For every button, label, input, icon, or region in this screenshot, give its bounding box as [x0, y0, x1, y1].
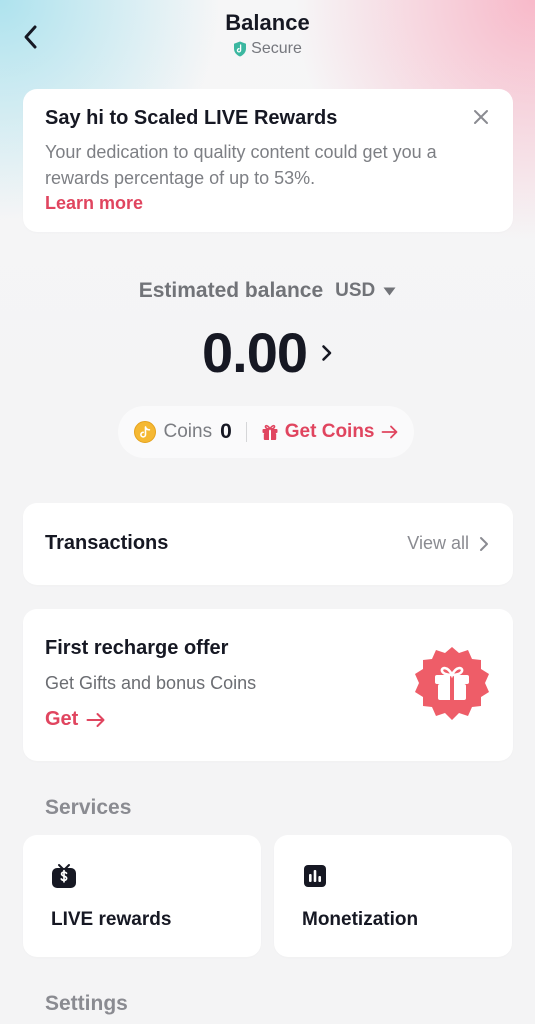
first-recharge-offer-card: First recharge offer Get Gifts and bonus… [23, 609, 513, 761]
pill-divider [245, 422, 247, 442]
chevron-right-icon [480, 536, 488, 551]
coins-label: Coins [163, 421, 213, 442]
bar-chart-icon [304, 865, 326, 887]
banner-body: Your dedication to quality content could… [45, 142, 437, 188]
estimated-balance-label: Estimated balance [138, 279, 324, 302]
transactions-title: Transactions [45, 532, 169, 554]
offer-subtitle: Get Gifts and bonus Coins [45, 673, 257, 693]
secure-indicator: Secure [0, 40, 535, 58]
service-label: LIVE rewards [51, 909, 172, 930]
caret-down-icon [383, 287, 396, 295]
coins-pill: Coins 0 Get Coins [118, 406, 414, 458]
settings-title: Settings [45, 992, 128, 1015]
balance-amount[interactable]: 0.00 [202, 320, 308, 385]
offer-get-button[interactable]: Get [45, 708, 106, 731]
banner-close-button[interactable] [471, 107, 491, 127]
transactions-card[interactable]: Transactions View all [23, 503, 513, 585]
chevron-right-icon [322, 344, 332, 361]
learn-more-link[interactable]: Learn more [45, 193, 143, 214]
get-coins-label: Get Coins [284, 421, 375, 442]
banner-title: Say hi to Scaled LIVE Rewards [45, 107, 338, 129]
rewards-banner: Say hi to Scaled LIVE Rewards Your dedic… [23, 89, 513, 232]
coin-icon [133, 421, 156, 443]
currency-selector[interactable]: USD [335, 280, 396, 302]
balance-amount-row[interactable]: 0.00 [0, 320, 535, 385]
view-all-label: View all [407, 533, 469, 553]
page-title: Balance [225, 10, 310, 35]
offer-get-label: Get [45, 708, 79, 730]
estimated-balance-row: Estimated balance USD [0, 279, 535, 303]
service-monetization[interactable]: Monetization [274, 835, 512, 957]
close-icon [474, 110, 488, 124]
view-all-link[interactable]: View all [407, 533, 489, 554]
services-title: Services [45, 796, 132, 819]
coins-value: 0 [220, 420, 232, 443]
tv-dollar-icon [52, 864, 76, 888]
service-label: Monetization [302, 909, 419, 930]
gift-badge-icon [415, 647, 489, 720]
get-coins-button[interactable]: Get Coins [261, 421, 399, 443]
service-live-rewards[interactable]: LIVE rewards [23, 835, 261, 957]
shield-icon [234, 41, 247, 57]
secure-label: Secure [251, 40, 302, 57]
currency-label: USD [335, 280, 376, 301]
arrow-right-icon [381, 425, 397, 439]
offer-title: First recharge offer [45, 637, 229, 659]
arrow-right-icon [86, 712, 105, 727]
gift-icon [262, 424, 278, 440]
